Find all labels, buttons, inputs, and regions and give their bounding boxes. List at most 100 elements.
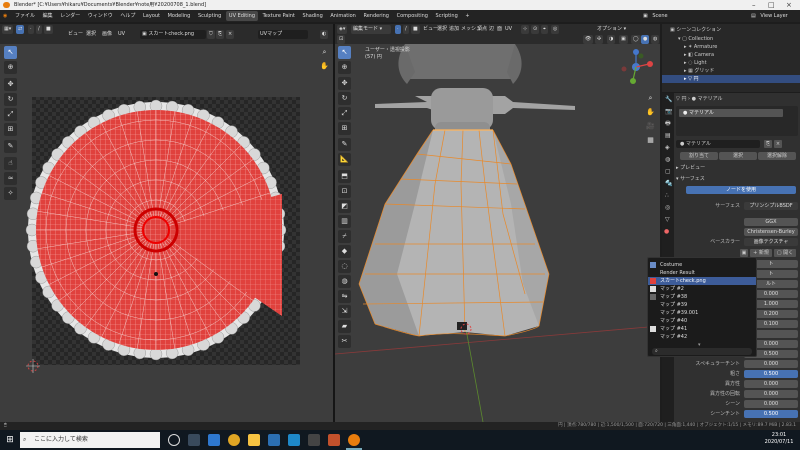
scene-tab-icon[interactable]: ◈ [665,145,670,151]
transform-orientation-icon[interactable]: ⊹ [521,25,530,34]
use-nodes-button[interactable]: ノードを使用 [686,186,796,194]
rotate-tool-icon[interactable]: ↻ [4,93,17,106]
view-layer-tab-icon[interactable]: ▤ [665,133,671,139]
viewlayer-selector[interactable]: ▤ View Layer [748,10,794,22]
grab-tool-icon[interactable]: ☝ [4,157,17,170]
preview-panel-header[interactable]: ▸ プレビュー [676,164,798,173]
vp-move-tool-icon[interactable]: ✥ [338,77,351,90]
perspective-toggle-icon[interactable]: ▦ [644,134,657,147]
viewport-editor-type-icon[interactable]: ◈▾ [337,25,348,34]
dropdown-item-map40[interactable]: マップ #40 [648,317,756,325]
maximize-icon[interactable]: □ [768,0,775,10]
property-value[interactable]: 0.000 [744,390,798,398]
image-selector[interactable]: ▣ スカートcheck.png [140,30,206,39]
vp-select-tool-icon[interactable]: ↖ [338,46,351,59]
close-icon[interactable]: × [786,0,792,10]
vp-face-select-icon[interactable]: ■ [411,25,420,34]
vp-edge-select-icon[interactable]: / [403,25,409,34]
minimize-icon[interactable]: – [752,0,756,10]
visibility-icon[interactable]: 👁 [583,35,594,44]
assign-button[interactable]: 割り当て [680,152,718,160]
data-tab-icon[interactable]: ▽ [665,217,670,223]
options-menu[interactable]: オプション ▾ [595,25,628,34]
cursor-tool-icon[interactable]: ⊕ [4,61,17,74]
tab-texture-paint[interactable]: Texture Paint [260,11,298,21]
dropdown-item-skirt-check[interactable]: スカートcheck.png [648,277,756,285]
camera-view-icon[interactable]: 🎥 [644,120,657,133]
blender-menu-icon[interactable]: ◉ [0,10,10,22]
uv-canvas[interactable] [0,44,333,422]
material-copy-icon[interactable]: ⎘ [764,140,772,148]
skirt-mesh[interactable] [358,129,550,337]
scene-selector[interactable]: ▣ Scene [640,10,674,22]
edge-browser-icon[interactable] [208,434,220,446]
viewport-canvas[interactable] [335,44,660,422]
base-color-value[interactable]: 画像テクスチャ [744,238,798,246]
select-tool-icon[interactable]: ↖ [4,46,17,59]
inset-tool-icon[interactable]: ⊡ [338,185,351,198]
tab-shading[interactable]: Shading [299,11,325,21]
dropdown-item-map2[interactable]: マップ #2 [648,285,756,293]
material-slot-item[interactable]: ● マテリアル [679,109,783,117]
menu-edit[interactable]: 編集 [40,10,56,22]
app-icon-2[interactable] [328,434,340,446]
material-unlink-icon[interactable]: × [774,140,782,148]
tab-layout[interactable]: Layout [140,11,163,21]
dropdown-search-field[interactable]: ⌕ [652,348,752,355]
spin-tool-icon[interactable]: ◌ [338,260,351,273]
pivot-icon[interactable]: ⊙ [531,25,540,34]
menu-help[interactable]: ヘルプ [117,10,138,22]
uvmap-selector[interactable]: UVマップ [258,30,308,39]
outliner-item-camera[interactable]: ▸ ◧ Camera [662,51,800,59]
uv-sync-icon[interactable]: ⇄ [16,25,25,34]
uv-menu-image[interactable]: 画像 [100,30,114,39]
pinch-tool-icon[interactable]: ✧ [4,187,17,200]
world-tab-icon[interactable]: ◍ [665,157,670,163]
snap-icon[interactable]: ⌖ [541,25,548,34]
mail-icon[interactable] [288,434,300,446]
image-fake-user-icon[interactable]: ⛉ [207,30,215,39]
editor-type-icon[interactable]: ▦▾ [2,25,14,34]
transform-tool-icon[interactable]: ⊞ [4,123,17,136]
vertex-select-icon[interactable]: · [28,25,34,34]
particles-tab-icon[interactable]: ∴ [665,193,669,199]
tab-compositing[interactable]: Compositing [394,11,431,21]
menu-window[interactable]: ウィンドウ [85,10,116,22]
uv-menu-view[interactable]: ビュー [66,30,85,39]
proportional-edit-icon[interactable]: ◎ [551,25,560,34]
material-slot-list[interactable]: ● マテリアル [676,106,798,136]
image-new-icon[interactable]: ⎘ [216,30,225,39]
surface-shader-value[interactable]: プリンシプルBSDF [744,202,798,210]
gizmo-toggle-icon[interactable]: ✣ [595,35,604,44]
shear-tool-icon[interactable]: ▰ [338,320,351,333]
taskbar-search-field[interactable]: ⌕ ここに入力して検索 [20,432,160,448]
distribution-select[interactable]: GGX [744,218,798,226]
taskbar-clock[interactable]: 23:01 2020/07/11 [760,432,798,446]
vp-rotate-tool-icon[interactable]: ↻ [338,92,351,105]
bevel-tool-icon[interactable]: ◩ [338,200,351,213]
knife-tool-icon[interactable]: ⌿ [338,230,351,243]
cortana-icon[interactable] [168,434,180,446]
edge-slide-tool-icon[interactable]: ⇋ [338,290,351,303]
shading-wire-icon[interactable]: ◯ [631,35,641,44]
output-tab-icon[interactable]: 🖶 [665,121,671,127]
mode-selector[interactable]: 編集モード ▾ [351,25,391,34]
deselect-button[interactable]: 選択解除 [758,152,796,160]
render-tab-icon[interactable]: 📷 [665,109,672,115]
uv-overlay-icon[interactable]: ◐ [320,30,329,39]
face-select-icon[interactable]: ■ [44,25,53,34]
property-value[interactable]: 0.000 [744,360,798,368]
vp-annotate-tool-icon[interactable]: ✎ [338,138,351,151]
pan-view-icon[interactable]: ✋ [318,60,331,73]
dropdown-item-map38[interactable]: マップ #38 [648,293,756,301]
vp-measure-tool-icon[interactable]: 📐 [338,153,351,166]
dropdown-item-map41[interactable]: マップ #41 [648,325,756,333]
xray-toggle-icon[interactable]: ▣ [619,35,628,44]
polybuild-tool-icon[interactable]: ◆ [338,245,351,258]
dropdown-item-render-result[interactable]: Render Result [648,269,756,277]
dropdown-item-map39-001[interactable]: マップ #39.001 [648,309,756,317]
outliner-scene-collection[interactable]: ▣ シーンコレクション [662,26,800,34]
rip-tool-icon[interactable]: ✂ [338,335,351,348]
shading-material-icon[interactable]: ◍ [651,35,660,44]
loopcut-tool-icon[interactable]: ▥ [338,215,351,228]
